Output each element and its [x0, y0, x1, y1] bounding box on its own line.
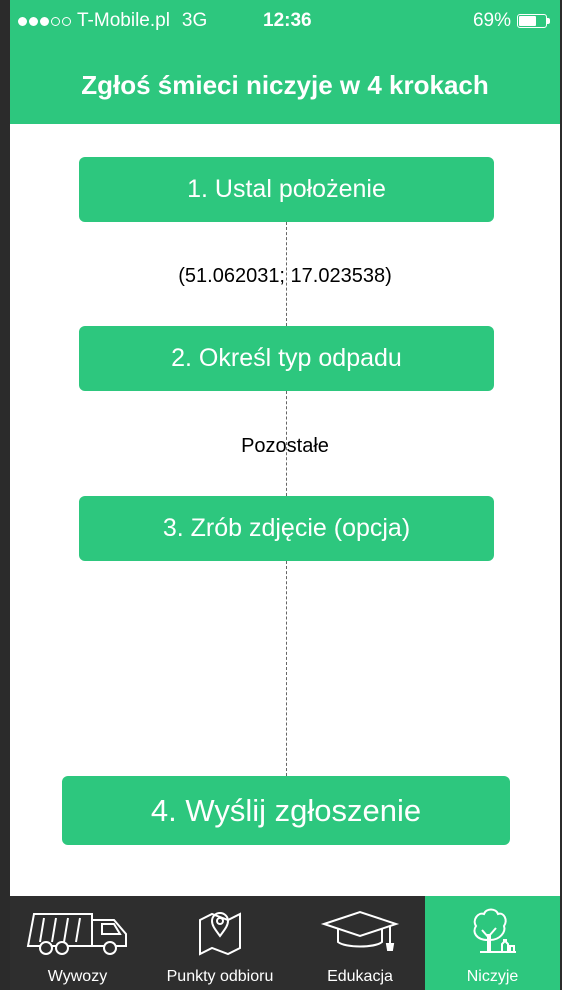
connector-line: [286, 561, 287, 776]
status-time: 12:36: [263, 10, 312, 31]
signal-strength-icon: [18, 16, 71, 26]
network-label: 3G: [181, 10, 208, 31]
tab-label: Punkty odbioru: [166, 968, 274, 985]
tab-label: Niczyje: [466, 968, 519, 985]
tab-edukacja[interactable]: Edukacja: [295, 896, 425, 990]
step-label: 3. Zrób zdjęcie (opcja): [162, 514, 411, 542]
step-locate-button[interactable]: 1. Ustal położenie: [79, 157, 494, 222]
tab-label: Wywozy: [47, 968, 108, 985]
waste-type-value: Pozostałe: [241, 435, 329, 457]
tree-bottle-icon: [473, 908, 516, 953]
step-label: 2. Określ typ odpadu: [171, 344, 402, 372]
step-label: 1. Ustal położenie: [187, 175, 386, 203]
graduation-cap-icon: [320, 910, 400, 951]
status-bar: T-Mobile.pl 3G 12:36 69%: [10, 0, 560, 40]
location-coordinates: (51.062031; 17.023538): [178, 265, 392, 287]
tab-bar: Wywozy Punkty odbioru Edukacja Niczyje: [10, 896, 560, 990]
map-pin-icon: [199, 912, 241, 956]
step-label: 4. Wyślij zgłoszenie: [150, 793, 422, 828]
send-report-button[interactable]: 4. Wyślij zgłoszenie: [62, 776, 510, 845]
step-waste-type-button[interactable]: 2. Określ typ odpadu: [79, 326, 494, 391]
garbage-truck-icon: [26, 913, 127, 955]
tab-wywozy[interactable]: Wywozy: [10, 896, 145, 990]
page-title: Zgłoś śmieci niczyje w 4 krokach: [81, 70, 489, 100]
battery-icon: [517, 14, 547, 28]
tab-niczyje[interactable]: Niczyje: [425, 896, 560, 990]
header: T-Mobile.pl 3G 12:36 69% Zgłoś śmieci ni…: [10, 0, 560, 124]
carrier-label: T-Mobile.pl: [77, 10, 170, 31]
battery-percent: 69%: [472, 10, 511, 31]
tab-label: Edukacja: [327, 968, 393, 985]
step-photo-button[interactable]: 3. Zrób zdjęcie (opcja): [79, 496, 494, 561]
tab-punkty-odbioru[interactable]: Punkty odbioru: [145, 896, 295, 990]
